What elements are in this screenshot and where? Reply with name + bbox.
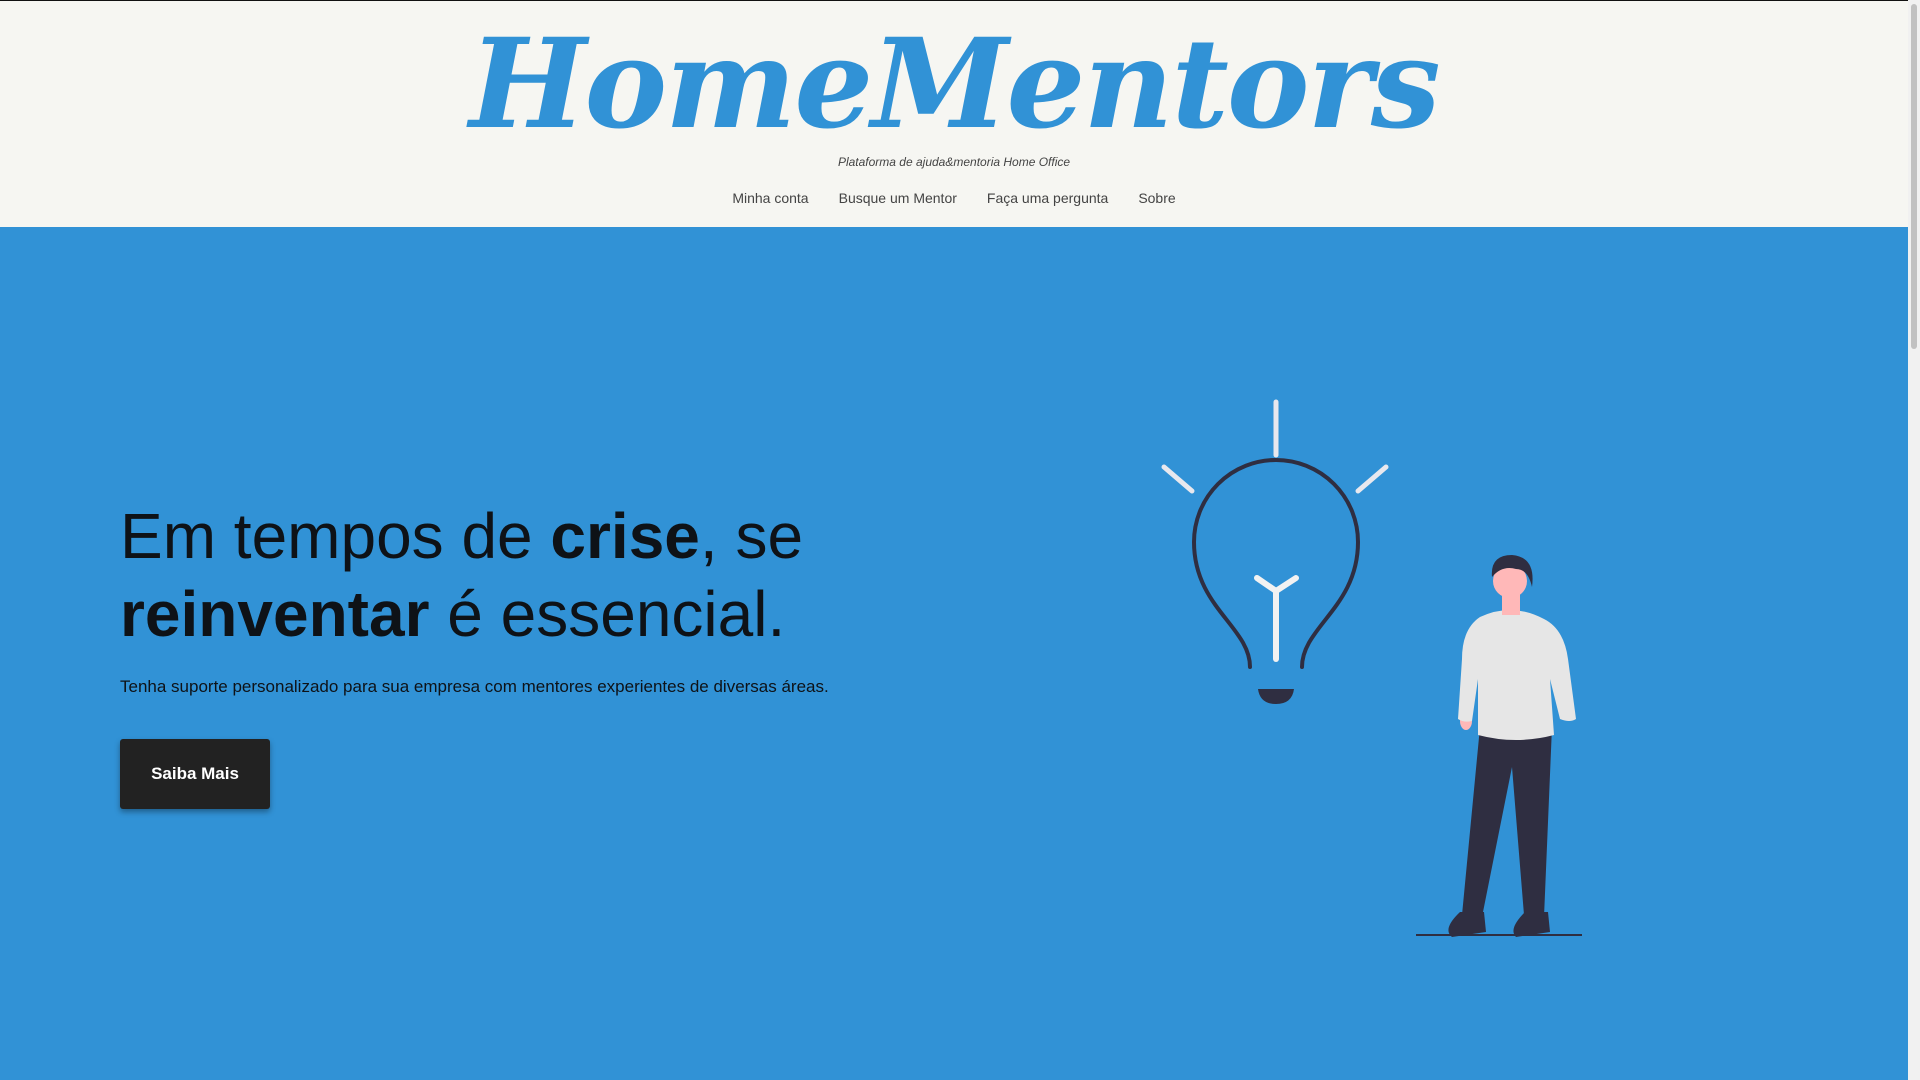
- person-illustration: [1416, 555, 1582, 937]
- hero-headline: Em tempos de crise, se reinventar é esse…: [120, 497, 880, 653]
- page: HomeMentors Plataforma de ajuda&mentoria…: [0, 0, 1908, 1080]
- headline-bold-crise: crise: [550, 500, 700, 572]
- nav-busque-um-mentor[interactable]: Busque um Mentor: [839, 190, 957, 206]
- headline-part-1: Em tempos de: [120, 500, 551, 572]
- hero-illustration: [1161, 399, 1582, 937]
- tagline: Plataforma de ajuda&mentoria Home Office: [837, 155, 1071, 169]
- lightbulb-icon: [1161, 399, 1389, 704]
- vertical-scrollbar[interactable]: [1908, 0, 1920, 1080]
- site-header: HomeMentors Plataforma de ajuda&mentoria…: [0, 1, 1908, 227]
- nav-minha-conta[interactable]: Minha conta: [732, 190, 808, 206]
- scrollbar-thumb[interactable]: [1911, 4, 1917, 349]
- logo[interactable]: HomeMentors: [0, 15, 1908, 155]
- headline-part-2: , se: [699, 500, 804, 572]
- main-nav: Minha conta Busque um Mentor Faça uma pe…: [0, 190, 1908, 206]
- nav-sobre[interactable]: Sobre: [1138, 190, 1175, 206]
- saiba-mais-button[interactable]: Saiba Mais: [120, 739, 270, 809]
- headline-bold-reinventar: reinventar: [120, 578, 430, 650]
- hero-section: Em tempos de crise, se reinventar é esse…: [0, 227, 1908, 1080]
- nav-faca-uma-pergunta[interactable]: Faça uma pergunta: [987, 190, 1108, 206]
- headline-part-3: é essencial.: [429, 578, 786, 650]
- hero-subtext: Tenha suporte personalizado para sua emp…: [120, 677, 829, 696]
